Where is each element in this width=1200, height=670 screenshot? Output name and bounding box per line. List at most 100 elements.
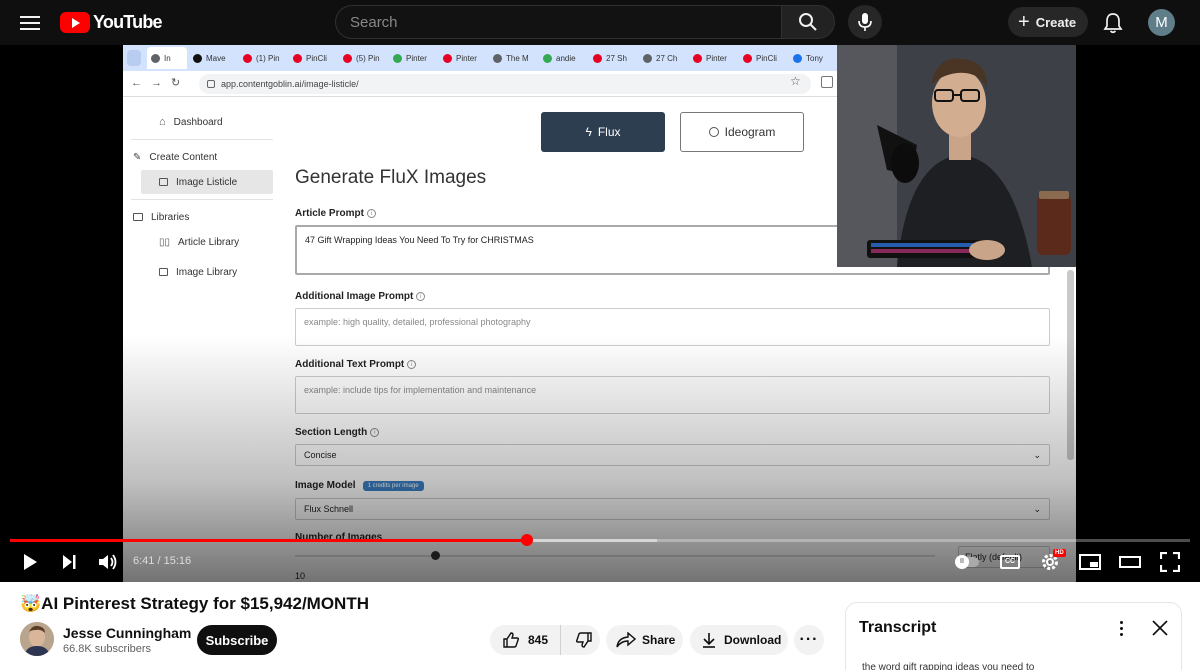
info-icon[interactable]: i	[366, 209, 376, 218]
url-text: app.contentgoblin.ai/image-listicle/	[221, 79, 359, 89]
browser-tab[interactable]: PinCli	[289, 47, 337, 69]
credits-badge: 1 credits per image	[362, 480, 424, 491]
browser-tab[interactable]: 27 Sh	[589, 47, 637, 69]
section-length-label: Section Length i	[295, 427, 380, 438]
slider-thumb[interactable]	[431, 551, 440, 560]
bookmark-star-icon[interactable]: ☆	[790, 74, 801, 88]
search-button[interactable]	[781, 5, 835, 39]
play-button[interactable]	[18, 550, 42, 574]
video-player[interactable]: In Mave (1) Pin PinCli (5) Pin Pinter Pinter Th…	[0, 45, 1200, 582]
info-icon[interactable]: i	[416, 292, 426, 301]
page-scrollbar[interactable]	[1067, 270, 1074, 460]
search-bar	[335, 5, 835, 39]
tab-favicon-icon	[343, 53, 352, 63]
nav-divider	[131, 199, 273, 200]
like-button[interactable]: 845	[490, 625, 562, 655]
browser-tab[interactable]: 27 Ch	[639, 47, 687, 69]
scrubber-handle[interactable]	[520, 534, 533, 546]
tab-favicon-icon	[243, 53, 252, 63]
url-field[interactable]: app.contentgoblin.ai/image-listicle/	[199, 74, 811, 94]
browser-tab-label: In	[164, 53, 171, 63]
browser-tab-label: Mave	[206, 53, 226, 63]
account-avatar[interactable]: M	[1148, 9, 1175, 36]
image-model-select[interactable]: Flux Schnell ⌄	[295, 498, 1050, 520]
section-length-select[interactable]: Concise ⌄	[295, 444, 1050, 466]
microphone-icon	[858, 13, 872, 31]
play-icon	[24, 554, 37, 570]
additional-image-prompt-field[interactable]	[295, 308, 1050, 346]
tab-favicon-icon	[543, 53, 552, 63]
voice-search-button[interactable]	[848, 5, 882, 39]
image-model-label: Image Model 1 credits per image	[295, 480, 424, 491]
browser-tab[interactable]: Pinter	[689, 47, 737, 69]
image-icon	[159, 178, 168, 186]
create-button[interactable]: + Create	[1008, 7, 1089, 37]
nav-image-library[interactable]: Image Library	[141, 260, 273, 284]
captions-button[interactable]: CC	[998, 550, 1022, 574]
autoplay-switch-icon: II	[955, 555, 979, 569]
next-button[interactable]	[57, 550, 81, 574]
flux-button[interactable]: ϟ Flux	[541, 112, 665, 152]
section-length-value: Concise	[304, 450, 337, 460]
nav-dashboard[interactable]: ⌂ Dashboard	[141, 110, 273, 134]
browser-tab[interactable]: PinCli	[739, 47, 787, 69]
browser-tab[interactable]: In	[147, 47, 187, 69]
title-text: AI Pinterest Strategy for $15,942/MONTH	[41, 594, 369, 613]
theater-mode-button[interactable]	[1118, 550, 1142, 574]
transcript-line[interactable]: the word gift rapping ideas you need to	[862, 662, 1034, 670]
browser-tab[interactable]: Mave	[189, 47, 237, 69]
like-count: 845	[528, 633, 549, 647]
nav-libraries[interactable]: Libraries	[133, 205, 265, 229]
tab-favicon-icon	[443, 53, 452, 63]
share-button[interactable]: Share	[606, 625, 683, 655]
tab-search-icon[interactable]	[127, 50, 141, 66]
browser-tab[interactable]: Pinter	[439, 47, 487, 69]
browser-tab[interactable]: andie	[539, 47, 587, 69]
nav-article-library[interactable]: ▯▯ Article Library	[141, 230, 273, 254]
mute-button[interactable]	[96, 550, 120, 574]
browser-tab-label: PinCli	[306, 53, 327, 63]
tab-favicon-icon	[593, 53, 602, 63]
transcript-menu-icon[interactable]	[1111, 617, 1131, 639]
nav-create-content[interactable]: ✎ Create Content	[133, 145, 265, 169]
app-sidebar: ⌂ Dashboard ✎ Create Content Image Listi…	[123, 97, 283, 582]
channel-name[interactable]: Jesse Cunningham	[63, 625, 191, 641]
notifications-icon[interactable]	[1100, 10, 1126, 36]
progress-bar[interactable]	[10, 539, 1190, 542]
miniplayer-button[interactable]	[1078, 550, 1102, 574]
menu-icon[interactable]	[20, 13, 40, 31]
subscribe-button[interactable]: Subscribe	[197, 625, 277, 655]
browser-tab-label: Pinter	[406, 53, 427, 63]
browser-tab[interactable]: (5) Pin	[339, 47, 387, 69]
browser-tab[interactable]: Tony	[789, 47, 837, 69]
number-of-images-slider[interactable]	[295, 551, 935, 560]
download-button[interactable]: Download	[690, 625, 788, 655]
autoplay-toggle[interactable]: II	[955, 550, 979, 574]
download-icon	[703, 633, 715, 648]
browser-tab[interactable]: (1) Pin	[239, 47, 287, 69]
logo-text: YouTube	[93, 11, 163, 32]
search-input[interactable]	[335, 5, 781, 39]
youtube-logo[interactable]: YouTube	[60, 10, 163, 34]
browser-nav-icons[interactable]: ←→↻	[131, 76, 189, 89]
nav-dashboard-label: Dashboard	[173, 116, 223, 128]
dislike-button[interactable]	[561, 625, 607, 655]
more-actions-button[interactable]: ···	[794, 625, 824, 655]
browser-tab-label: andie	[556, 53, 576, 63]
close-icon[interactable]	[1149, 617, 1171, 639]
info-icon[interactable]: i	[370, 428, 380, 437]
ideogram-button[interactable]: Ideogram	[680, 112, 804, 152]
chevron-down-icon: ⌄	[1033, 449, 1041, 460]
info-icon[interactable]: i	[407, 360, 417, 369]
image-model-value: Flux Schnell	[304, 504, 354, 514]
additional-text-prompt-field[interactable]	[295, 376, 1050, 414]
nav-image-listicle[interactable]: Image Listicle	[141, 170, 273, 194]
fullscreen-button[interactable]	[1158, 550, 1182, 574]
tab-favicon-icon	[193, 53, 202, 63]
browser-tab[interactable]: Pinter	[389, 47, 437, 69]
webcam-overlay	[837, 45, 1076, 267]
browser-tab[interactable]: The M	[489, 47, 537, 69]
video-title: 🤯AI Pinterest Strategy for $15,942/MONTH	[20, 594, 369, 614]
channel-avatar[interactable]	[20, 622, 54, 656]
extension-icon[interactable]	[821, 76, 833, 88]
